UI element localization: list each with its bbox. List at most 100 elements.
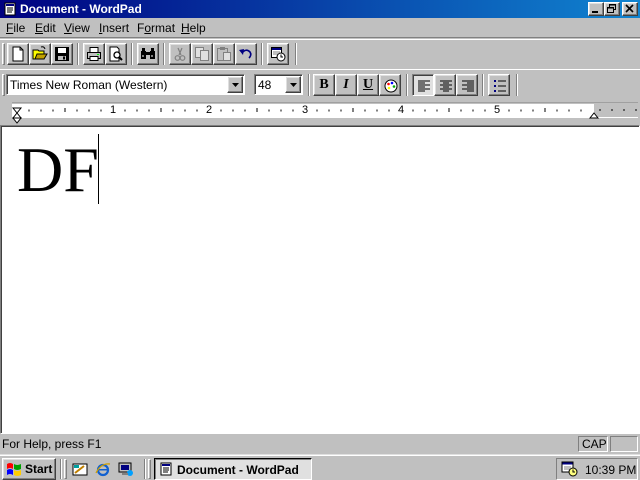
ruler-number: 1 (110, 104, 117, 116)
status-help-text: For Help, press F1 (2, 437, 102, 451)
text-caret (98, 134, 99, 204)
underline-button[interactable]: U (357, 74, 379, 96)
format-separator (482, 74, 484, 96)
italic-icon: I (343, 77, 349, 92)
paste-icon (217, 47, 231, 61)
minimize-button[interactable] (588, 2, 604, 16)
caps-lock-indicator: CAP (578, 436, 608, 452)
formatbar-grip[interactable] (2, 74, 5, 96)
menu-file[interactable]: File (6, 21, 25, 35)
ruler-number: 3 (302, 104, 309, 116)
italic-button[interactable]: I (335, 74, 357, 96)
start-label: Start (25, 462, 53, 476)
toolbar-separator (131, 43, 133, 65)
wordpad-document-icon[interactable] (3, 2, 17, 16)
menu-view[interactable]: View (64, 21, 90, 35)
show-desktop-icon (72, 463, 88, 476)
num-lock-indicator (610, 436, 638, 452)
ruler[interactable]: 1 2 3 4 5 (0, 99, 640, 125)
align-center-button[interactable] (434, 74, 456, 96)
restore-button[interactable] (604, 2, 620, 16)
cut-icon (174, 47, 186, 61)
font-size-value: 48 (258, 78, 272, 92)
font-size-dropdown[interactable] (285, 76, 301, 93)
title-bar[interactable]: Document - WordPad (0, 0, 640, 18)
chevron-down-icon (290, 83, 297, 87)
toolbar-end-separator (295, 43, 297, 65)
scheduler-icon[interactable] (561, 461, 579, 477)
internet-explorer-icon (95, 463, 111, 477)
taskbar-separator (60, 459, 62, 479)
channels-icon (118, 462, 133, 476)
document-area[interactable]: DF (0, 125, 640, 434)
font-name-combo[interactable]: Times New Roman (Western) (6, 74, 245, 95)
underline-icon: U (362, 77, 374, 92)
align-right-icon (462, 80, 474, 92)
align-right-button[interactable] (456, 74, 478, 96)
start-button[interactable]: Start (2, 458, 56, 480)
open-icon (32, 46, 48, 60)
status-bar: For Help, press F1 CAP (0, 434, 640, 454)
bold-icon: B (319, 77, 329, 92)
internet-explorer-button[interactable] (93, 459, 113, 479)
bold-button[interactable]: B (313, 74, 335, 96)
color-button[interactable] (379, 74, 401, 96)
undo-button[interactable] (235, 43, 257, 65)
taskbar: Start Document - WordPad 10:39 PM (0, 454, 640, 480)
document-text[interactable]: DF (17, 132, 99, 208)
new-button[interactable] (7, 43, 29, 65)
find-icon (141, 48, 155, 59)
menu-insert[interactable]: Insert (99, 21, 129, 35)
task-button-label: Document - WordPad (177, 463, 299, 477)
minimize-icon (592, 11, 598, 13)
menu-edit[interactable]: Edit (35, 21, 56, 35)
format-separator (308, 74, 310, 96)
ruler-number: 5 (494, 104, 501, 116)
align-left-button[interactable] (412, 74, 434, 96)
close-button[interactable] (622, 2, 638, 16)
font-name-value: Times New Roman (Western) (10, 78, 168, 92)
system-tray: 10:39 PM (556, 458, 638, 480)
menu-help[interactable]: Help (181, 21, 206, 35)
show-desktop-button[interactable] (70, 459, 90, 479)
paste-button[interactable] (213, 43, 235, 65)
ruler-number: 2 (206, 104, 213, 116)
font-size-combo[interactable]: 48 (254, 74, 303, 95)
bullets-button[interactable] (488, 74, 510, 96)
ruler-graphic (0, 99, 640, 125)
clock[interactable]: 10:39 PM (585, 463, 636, 477)
channels-button[interactable] (116, 459, 136, 479)
task-button-wordpad[interactable]: Document - WordPad (154, 458, 312, 480)
wordpad-document-icon (160, 462, 172, 476)
format-separator (406, 74, 408, 96)
find-button[interactable] (137, 43, 159, 65)
insert-datetime-button[interactable] (267, 43, 289, 65)
font-name-dropdown[interactable] (227, 76, 243, 93)
insert-datetime-icon (271, 47, 286, 62)
format-bar: Times New Roman (Western) 48 B I U (0, 69, 640, 99)
print-preview-icon (109, 46, 123, 62)
window-title: Document - WordPad (20, 2, 142, 16)
quicklaunch-grip[interactable] (64, 459, 67, 479)
bullets-icon (494, 80, 506, 92)
save-icon (55, 47, 69, 61)
taskbar-separator (144, 459, 146, 479)
undo-icon (239, 49, 252, 59)
format-end-separator (516, 74, 518, 96)
toolbar-grip[interactable] (2, 43, 5, 65)
tasks-grip[interactable] (148, 459, 151, 479)
toolbar-separator (261, 43, 263, 65)
open-button[interactable] (29, 43, 51, 65)
save-button[interactable] (51, 43, 73, 65)
standard-toolbar (0, 39, 640, 69)
windows-logo-icon (7, 463, 21, 476)
print-button[interactable] (83, 43, 105, 65)
align-left-icon (418, 80, 430, 92)
caps-lock-label: CAP (582, 437, 607, 451)
copy-button[interactable] (191, 43, 213, 65)
menu-format[interactable]: Format (137, 21, 175, 35)
print-preview-button[interactable] (105, 43, 127, 65)
close-icon (625, 4, 634, 13)
cut-button[interactable] (169, 43, 191, 65)
align-center-icon (440, 80, 452, 92)
